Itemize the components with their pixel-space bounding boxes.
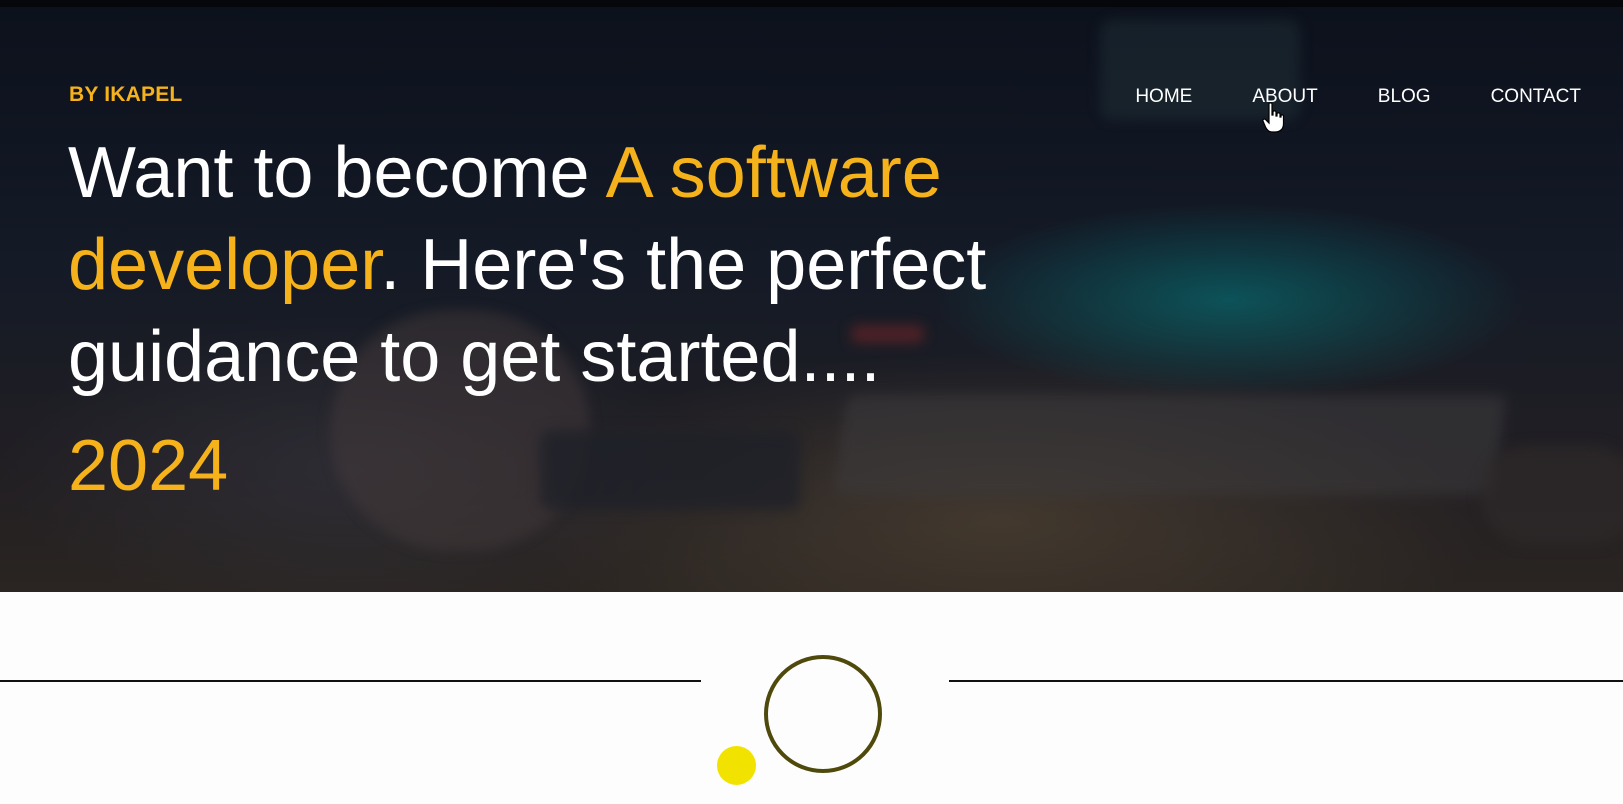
brand-logo[interactable]: BY IKAPEL [69, 83, 182, 107]
loader-dot [717, 746, 756, 785]
background-speaker-shape [1480, 445, 1623, 545]
background-keyboard-shape [540, 430, 800, 510]
nav-contact[interactable]: CONTACT [1491, 86, 1581, 108]
divider-line-left [0, 680, 701, 682]
hand-pointer-icon [1262, 102, 1284, 133]
headline-part-1: Want to become [68, 133, 606, 213]
nav-blog[interactable]: BLOG [1378, 86, 1431, 108]
loader-ring [764, 655, 882, 773]
main-nav: HOME ABOUT BLOG CONTACT [1075, 86, 1581, 108]
background-laptop-shape [832, 395, 1508, 495]
hero-year: 2024 [68, 426, 229, 506]
hero-section: BY IKAPEL HOME ABOUT BLOG CONTACT Want t… [0, 0, 1623, 592]
divider-line-right [949, 680, 1623, 682]
hero-headline: Want to become A software developer. Her… [68, 127, 1088, 403]
top-edge-bar [0, 0, 1623, 7]
nav-home[interactable]: HOME [1135, 86, 1192, 108]
